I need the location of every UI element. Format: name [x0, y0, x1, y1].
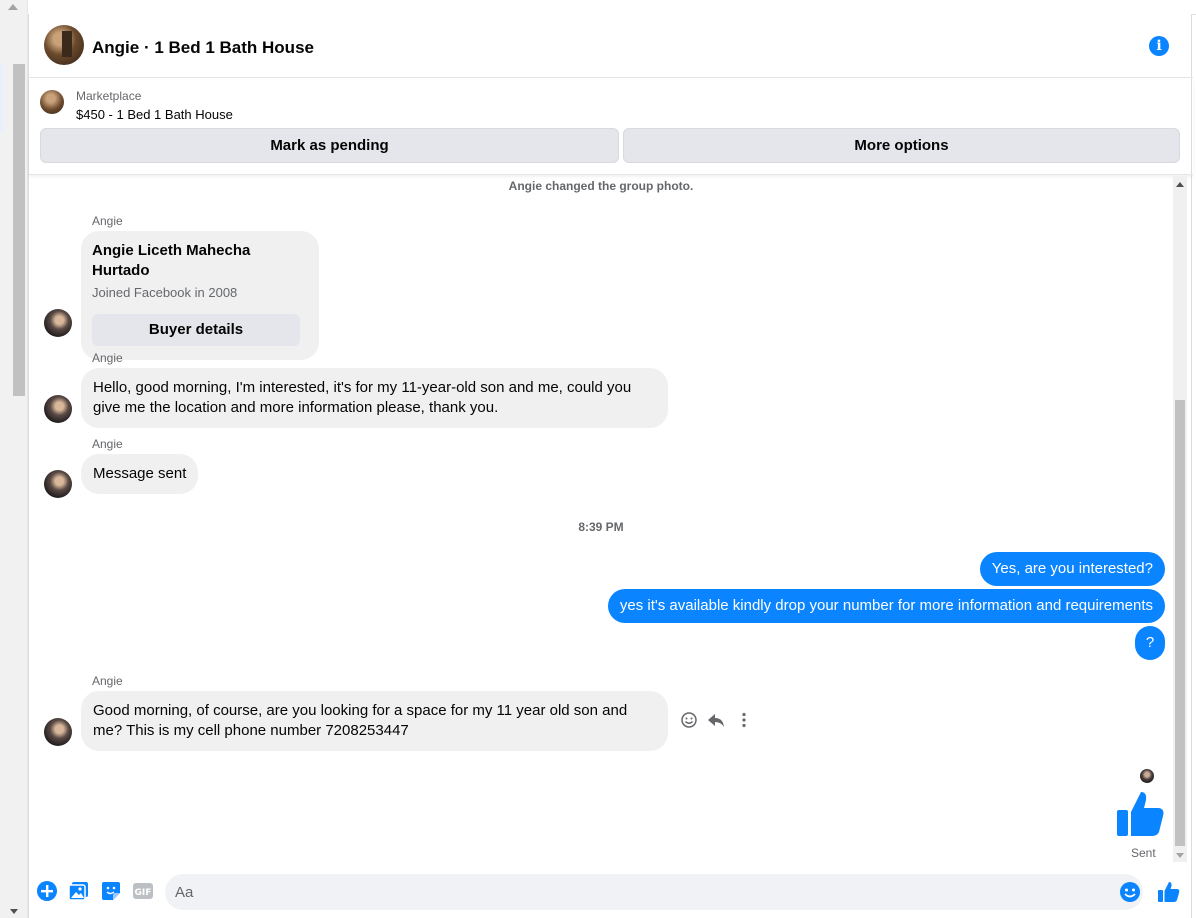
scroll-up-arrow-icon[interactable] [1176, 182, 1184, 187]
gif-icon[interactable]: GIF [132, 880, 154, 902]
listing-thumbnail[interactable] [40, 90, 64, 114]
outgoing-message[interactable]: yes it's available kindly drop your numb… [607, 589, 1165, 623]
sender-name: Angie [92, 214, 123, 228]
buyer-card: Angie Liceth Mahecha Hurtado Joined Face… [81, 231, 319, 360]
sidebar-accent [0, 64, 3, 132]
reply-icon[interactable] [706, 711, 726, 731]
info-icon[interactable]: i [1149, 36, 1169, 56]
scroll-down-arrow-icon[interactable] [1176, 853, 1184, 858]
seen-avatar [1140, 769, 1154, 783]
buyer-name: Angie Liceth Mahecha Hurtado [92, 242, 251, 279]
photo-icon[interactable] [68, 880, 90, 902]
message-input[interactable] [175, 874, 1105, 910]
marketplace-label: Marketplace [76, 89, 142, 103]
thumbs-up-icon[interactable] [1157, 880, 1181, 904]
outgoing-message[interactable]: ? [1135, 626, 1165, 660]
mark-as-pending-button[interactable]: Mark as pending [40, 128, 619, 163]
message-actions [679, 709, 759, 733]
thumbs-up-icon[interactable] [1115, 788, 1167, 840]
more-actions-icon[interactable] [734, 711, 754, 731]
chat-header: Angie · 1 Bed 1 Bath House i [29, 14, 1193, 78]
avatar[interactable] [44, 395, 72, 423]
system-note: Angie changed the group photo. [508, 179, 694, 193]
chat-window: Angie · 1 Bed 1 Bath House i Marketplace… [28, 14, 1193, 918]
conversation-title[interactable]: Angie · 1 Bed 1 Bath House [92, 38, 314, 58]
add-circle-icon[interactable] [36, 880, 58, 902]
avatar[interactable] [44, 718, 72, 746]
incoming-message[interactable]: Hello, good morning, I'm interested, it'… [81, 368, 668, 428]
conversation-avatar[interactable] [44, 25, 84, 65]
outgoing-message[interactable]: Yes, are you interested? [979, 552, 1165, 586]
sender-name: Angie [92, 351, 123, 365]
sticker-icon[interactable] [100, 880, 122, 902]
sender-name: Angie [92, 437, 123, 451]
message-status: Sent [1131, 846, 1156, 860]
composer: GIF [29, 870, 1193, 918]
avatar[interactable] [44, 470, 72, 498]
more-options-button[interactable]: More options [623, 128, 1180, 163]
svg-text:GIF: GIF [135, 888, 152, 898]
sender-name: Angie [92, 674, 123, 688]
avatar[interactable] [44, 309, 72, 337]
message-list: Angie changed the group photo. Angie Ang… [29, 176, 1193, 866]
scroll-down-arrow-icon[interactable] [10, 909, 18, 914]
page-scroll-thumb[interactable] [13, 64, 25, 396]
buyer-details-button[interactable]: Buyer details [92, 314, 300, 346]
buyer-joined: Joined Facebook in 2008 [92, 285, 238, 300]
incoming-message[interactable]: Message sent [81, 454, 199, 494]
message-scrollbar[interactable] [1173, 176, 1187, 862]
marketplace-panel: Marketplace $450 - 1 Bed 1 Bath House Ma… [29, 78, 1193, 175]
page-scrollbar[interactable] [0, 0, 28, 918]
message-input-container[interactable] [165, 874, 1143, 910]
timestamp: 8:39 PM [578, 520, 624, 534]
scroll-up-arrow-icon[interactable] [8, 4, 18, 10]
emoji-icon[interactable] [1119, 881, 1141, 903]
incoming-message[interactable]: Good morning, of course, are you looking… [81, 691, 668, 751]
react-emoji-icon[interactable] [679, 711, 699, 731]
message-scroll-thumb[interactable] [1175, 400, 1185, 846]
listing-title[interactable]: $450 - 1 Bed 1 Bath House [76, 107, 233, 122]
